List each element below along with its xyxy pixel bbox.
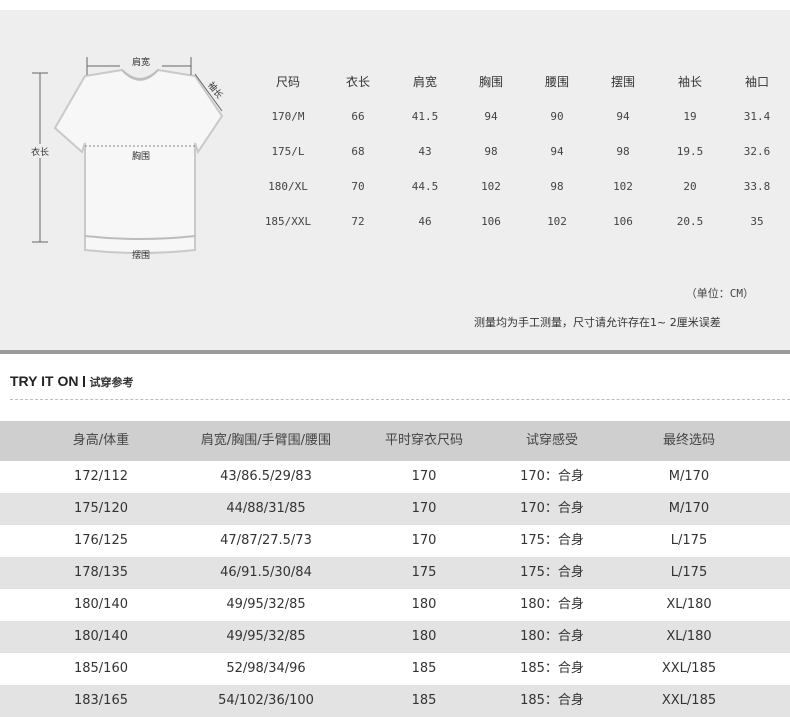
table-row: 178/135 46/91.5/30/84 175 175：合身 L/175 — [0, 557, 790, 589]
try-it-on-title-en: TRY IT ON — [10, 373, 79, 389]
table-row: 180/140 49/95/32/85 180 180：合身 XL/180 — [0, 621, 790, 653]
size-col-header: 尺码 — [275, 75, 300, 89]
try-on-col-header: 肩宽/胸围/手臂围/腰围 — [200, 433, 332, 448]
size-cell: 20.5 — [676, 215, 704, 228]
size-cell: 32.6 — [743, 145, 771, 158]
size-col-header: 胸围 — [478, 75, 503, 89]
size-cell: 185/XXL — [264, 215, 312, 228]
try-on-cell: 49/95/32/85 — [226, 597, 306, 612]
size-cell: 94 — [616, 110, 630, 123]
size-cell: 94 — [484, 110, 498, 123]
try-on-cell: 43/86.5/29/83 — [220, 469, 312, 484]
size-cell: 98 — [550, 180, 564, 193]
table-row: 172/112 43/86.5/29/83 170 170：合身 M/170 — [0, 461, 790, 493]
size-cell: 98 — [616, 145, 630, 158]
table-row: 176/125 47/87/27.5/73 170 175：合身 L/175 — [0, 525, 790, 557]
try-on-cell: 44/88/31/85 — [226, 501, 306, 516]
size-cell: 180/XL — [268, 180, 308, 193]
size-cell: 19 — [683, 110, 697, 123]
size-table-row: 185/XXL 72 46 106 102 106 20.5 35 — [258, 212, 788, 232]
try-on-cell: 172/112 — [73, 469, 128, 484]
unit-note: （单位：CM） — [685, 287, 754, 300]
size-col-header: 肩宽 — [412, 75, 437, 89]
size-cell: 102 — [481, 180, 501, 193]
try-on-cell: 46/91.5/30/84 — [220, 565, 312, 580]
size-col-header: 袖长 — [677, 75, 702, 89]
try-on-cell: 52/98/34/96 — [226, 661, 306, 676]
measurement-note: 测量均为手工测量，尺寸请允许存在1~ 2厘米误差 — [474, 316, 721, 329]
size-cell: 98 — [484, 145, 498, 158]
title-separator — [83, 376, 86, 387]
try-it-on-title-cn: 试穿参考 — [89, 376, 134, 389]
size-cell: 94 — [550, 145, 564, 158]
size-table-header: 尺码 衣长 肩宽 胸围 腰围 摆围 袖长 袖口 — [258, 72, 788, 92]
size-cell: 102 — [613, 180, 633, 193]
size-cell: 19.5 — [676, 145, 704, 158]
size-chart-panel: 肩宽 袖长 衣长 胸围 摆围 尺码 衣长 肩宽 胸围 腰围 摆围 袖长 袖口 1… — [0, 10, 790, 350]
table-row: 183/165 54/102/36/100 185 185：合身 XXL/185 — [0, 685, 790, 717]
table-row: 180/140 49/95/32/85 180 180：合身 XL/180 — [0, 589, 790, 621]
try-on-cell: XL/180 — [666, 629, 712, 644]
dashed-divider — [10, 399, 790, 400]
size-cell: 46 — [418, 215, 432, 228]
length-label: 衣长 — [31, 146, 49, 158]
size-cell: 66 — [351, 110, 365, 123]
try-on-table: 身高/体重 肩宽/胸围/手臂围/腰围 平时穿衣尺码 试穿感受 最终选码 172/… — [0, 421, 790, 717]
size-cell: 41.5 — [411, 110, 439, 123]
try-on-cell: XXL/185 — [661, 693, 717, 708]
try-on-cell: XXL/185 — [661, 661, 717, 676]
try-on-cell: 49/95/32/85 — [226, 629, 306, 644]
size-cell: 106 — [613, 215, 633, 228]
shoulder-label: 肩宽 — [132, 56, 150, 68]
chest-label: 胸围 — [132, 150, 150, 162]
try-on-cell: 185/160 — [73, 661, 128, 676]
try-on-cell: 180/140 — [73, 629, 128, 644]
try-on-cell: XL/180 — [666, 597, 712, 612]
try-on-col-header: 身高/体重 — [72, 433, 130, 448]
size-col-header: 摆围 — [610, 75, 635, 89]
size-cell: 31.4 — [743, 110, 771, 123]
try-on-cell: L/175 — [670, 565, 708, 580]
try-on-cell: 175/120 — [73, 501, 128, 516]
size-table-row: 175/L 68 43 98 94 98 19.5 32.6 — [258, 142, 788, 162]
size-table-row: 180/XL 70 44.5 102 98 102 20 33.8 — [258, 177, 788, 197]
table-row: 185/160 52/98/34/96 185 185：合身 XXL/185 — [0, 653, 790, 685]
size-cell: 102 — [547, 215, 567, 228]
size-table-row: 170/M 66 41.5 94 90 94 19 31.4 — [258, 107, 788, 127]
try-on-col-header: 最终选码 — [662, 433, 715, 448]
try-on-cell: 180/140 — [73, 597, 128, 612]
size-cell: 90 — [550, 110, 564, 123]
size-guide-page: 肩宽 袖长 衣长 胸围 摆围 尺码 衣长 肩宽 胸围 腰围 摆围 袖长 袖口 1… — [0, 0, 790, 717]
size-cell: 175/L — [271, 145, 305, 158]
size-cell: 68 — [351, 145, 365, 158]
size-cell: 33.8 — [743, 180, 771, 193]
try-on-cell: 54/102/36/100 — [218, 693, 314, 708]
size-cell: 44.5 — [411, 180, 439, 193]
panel-divider — [0, 350, 790, 354]
try-on-cell: 176/125 — [73, 533, 128, 548]
try-on-cell: 47/87/27.5/73 — [220, 533, 312, 548]
table-row: 175/120 44/88/31/85 170 170：合身 M/170 — [0, 493, 790, 525]
size-cell: 20 — [683, 180, 697, 193]
try-on-cell: 183/165 — [73, 693, 128, 708]
try-on-cell: 178/135 — [73, 565, 128, 580]
size-col-header: 衣长 — [345, 75, 370, 89]
tshirt-diagram: 肩宽 袖长 衣长 胸围 摆围 — [28, 56, 226, 261]
try-on-cell: M/170 — [668, 469, 710, 484]
try-on-table-header: 身高/体重 肩宽/胸围/手臂围/腰围 平时穿衣尺码 试穿感受 最终选码 — [0, 421, 790, 461]
try-on-cell: L/175 — [670, 533, 708, 548]
size-cell: 70 — [351, 180, 365, 193]
size-cell: 35 — [750, 215, 764, 228]
size-cell: 170/M — [271, 110, 305, 123]
size-col-header: 腰围 — [544, 75, 569, 89]
try-it-on-title: TRY IT ON 试穿参考 — [10, 372, 133, 390]
size-cell: 106 — [481, 215, 501, 228]
size-cell: 72 — [351, 215, 365, 228]
size-col-header: 袖口 — [744, 75, 769, 89]
hem-label: 摆围 — [132, 249, 150, 261]
size-cell: 43 — [418, 145, 432, 158]
try-on-cell: M/170 — [668, 501, 710, 516]
